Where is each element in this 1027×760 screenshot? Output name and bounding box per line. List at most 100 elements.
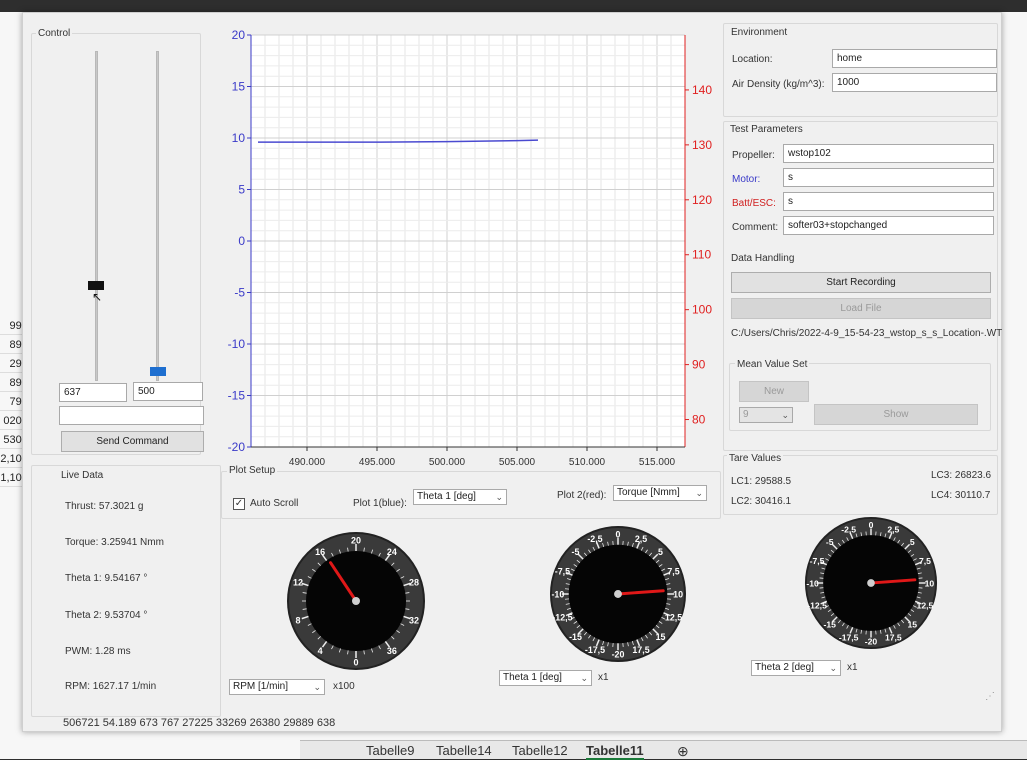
x-tick-label: 515.000 (639, 457, 676, 468)
lc2-value: LC2: 30416.1 (731, 496, 791, 507)
recording-file-path: C:/Users/Chris/2022-4-9_15-54-23_wstop_s… (731, 328, 1002, 339)
x-tick-label: 490.000 (289, 457, 326, 468)
gauge-hub (614, 590, 622, 598)
gauge-label: -12,5 (807, 601, 827, 611)
lc4-value: LC4: 30110.7 (931, 490, 990, 501)
gauge-label: 20 (351, 536, 361, 546)
left-tick-label: 10 (232, 131, 246, 145)
gauge3-select-value: Theta 2 [deg] (755, 662, 814, 673)
mean-set-select-value: 9 (743, 409, 749, 420)
left-tick-label: 15 (232, 80, 246, 94)
left-tick-label: -5 (234, 286, 245, 300)
gauge-label: 12 (293, 578, 303, 588)
theta1-gauge: 02,557,51012,51517,5-20-17,5-15-12,5-10-… (549, 525, 687, 663)
lc1-value: LC1: 29588.5 (731, 476, 791, 487)
gauge-label: 36 (387, 646, 397, 656)
serial-status-line: 506721 54.189 673 767 27225 33269 26380 … (63, 717, 335, 729)
gauge-label: -17,5 (585, 645, 605, 655)
slider-track-2 (156, 51, 159, 381)
mouse-cursor-icon: ↖ (92, 290, 102, 304)
propeller-field[interactable]: wstop102 (783, 144, 994, 163)
gauge-label: -2,5 (841, 524, 856, 534)
gauge2-select[interactable]: Theta 1 [deg] ⌄ (499, 670, 592, 686)
live-data-title: Live Data (59, 470, 105, 481)
chevron-down-icon: ⌄ (313, 680, 321, 694)
theta2-readout: Theta 2: 9.53704 ° (65, 610, 147, 621)
batt-esc-field[interactable]: s (783, 192, 994, 211)
gauge-label: -2,5 (587, 534, 602, 544)
gauge-label: 12,5 (665, 612, 682, 622)
pwm-readout: PWM: 1.28 ms (65, 646, 131, 657)
gauge2-select-value: Theta 1 [deg] (503, 672, 562, 683)
right-tick-label: 100 (692, 303, 712, 317)
slider-track-1 (95, 51, 98, 381)
location-field[interactable]: home (832, 49, 997, 68)
gauge-label: 0 (616, 529, 621, 539)
gauge-label: -12,5 (552, 612, 572, 622)
gauge-label: 15 (656, 632, 666, 642)
resize-grip-icon[interactable]: ⋰ (985, 691, 995, 702)
mean-set-select[interactable]: 9 ⌄ (739, 407, 793, 423)
gauge-label: -20 (612, 650, 625, 660)
slider-handle-2[interactable] (150, 367, 166, 376)
left-tick-label: 20 (232, 28, 246, 42)
plot2-select[interactable]: Torque [Nmm] ⌄ (613, 485, 707, 501)
gauge1-select-value: RPM [1/min] (233, 681, 288, 692)
new-mean-set-button[interactable]: New (739, 381, 809, 402)
comment-label: Comment: (732, 222, 778, 233)
gauge-label: -15 (569, 632, 582, 642)
gauge-label: -15 (823, 620, 836, 630)
gauge-label: 10 (673, 589, 683, 599)
mean-value-set-title: Mean Value Set (735, 359, 809, 370)
gauge-label: -7,5 (810, 556, 825, 566)
right-tick-label: 80 (692, 413, 706, 427)
sheet-tab-active[interactable]: Tabelle11 (586, 743, 644, 760)
gauge3-select[interactable]: Theta 2 [deg] ⌄ (751, 660, 841, 676)
command-input[interactable] (59, 406, 204, 425)
add-sheet-icon[interactable]: ⊕ (677, 743, 689, 760)
gauge-label: 8 (295, 615, 300, 625)
sheet-tab[interactable]: Tabelle12 (512, 743, 568, 758)
gauge-label: 15 (907, 620, 917, 630)
x-tick-label: 495.000 (359, 457, 396, 468)
x-axis-ticks: 490.000495.000500.000505.000510.000515.0… (289, 447, 676, 468)
plot1-label: Plot 1(blue): (353, 498, 407, 509)
right-tick-label: 90 (692, 358, 706, 372)
right-tick-label: 110 (692, 248, 711, 262)
gauge1-select[interactable]: RPM [1/min] ⌄ (229, 679, 325, 695)
live-plot: 20151050-5-10-15-20 1401301201101009080 … (203, 21, 723, 471)
gauge-label: 2,5 (635, 534, 647, 544)
chevron-down-icon: ⌄ (829, 661, 837, 675)
comment-field[interactable]: softer03+stopchanged (783, 216, 994, 235)
test-stand-window: Control ↖ 637 500 Send Command 20151050-… (22, 12, 1002, 732)
auto-scroll-label: Auto Scroll (250, 498, 298, 509)
slider1-value-field[interactable]: 637 (59, 383, 127, 402)
auto-scroll-checkbox[interactable]: ✓ (233, 498, 245, 510)
left-axis-ticks: 20151050-5-10-15-20 (228, 28, 251, 454)
gauge-label: -20 (865, 637, 878, 647)
air-density-label: Air Density (kg/m^3): (732, 79, 825, 90)
gauge-label: 16 (315, 547, 325, 557)
gauge3-multiplier: x1 (847, 662, 858, 673)
slider2-value-field[interactable]: 500 (133, 382, 203, 401)
plot1-select[interactable]: Theta 1 [deg] ⌄ (413, 489, 507, 505)
send-command-button[interactable]: Send Command (61, 431, 204, 452)
chevron-down-icon: ⌄ (495, 490, 503, 504)
show-mean-set-button[interactable]: Show (814, 404, 978, 425)
slider-handle-1[interactable] (88, 281, 104, 290)
left-tick-label: 5 (238, 183, 245, 197)
sheet-tab-bar: Tabelle9 Tabelle14 Tabelle12 Tabelle11 ⊕ (300, 740, 1027, 759)
propeller-label: Propeller: (732, 150, 775, 161)
plot2-select-value: Torque [Nmm] (617, 487, 680, 498)
gauge-hub (352, 597, 360, 605)
sheet-tab[interactable]: Tabelle14 (436, 743, 492, 758)
load-file-button[interactable]: Load File (731, 298, 991, 319)
motor-field[interactable]: s (783, 168, 994, 187)
x-tick-label: 510.000 (569, 457, 606, 468)
gauge-label: 17,5 (632, 645, 649, 655)
start-recording-button[interactable]: Start Recording (731, 272, 991, 293)
sheet-tab[interactable]: Tabelle9 (366, 743, 414, 758)
air-density-field[interactable]: 1000 (832, 73, 997, 92)
left-tick-label: -15 (228, 389, 246, 403)
data-handling-title: Data Handling (729, 253, 796, 264)
